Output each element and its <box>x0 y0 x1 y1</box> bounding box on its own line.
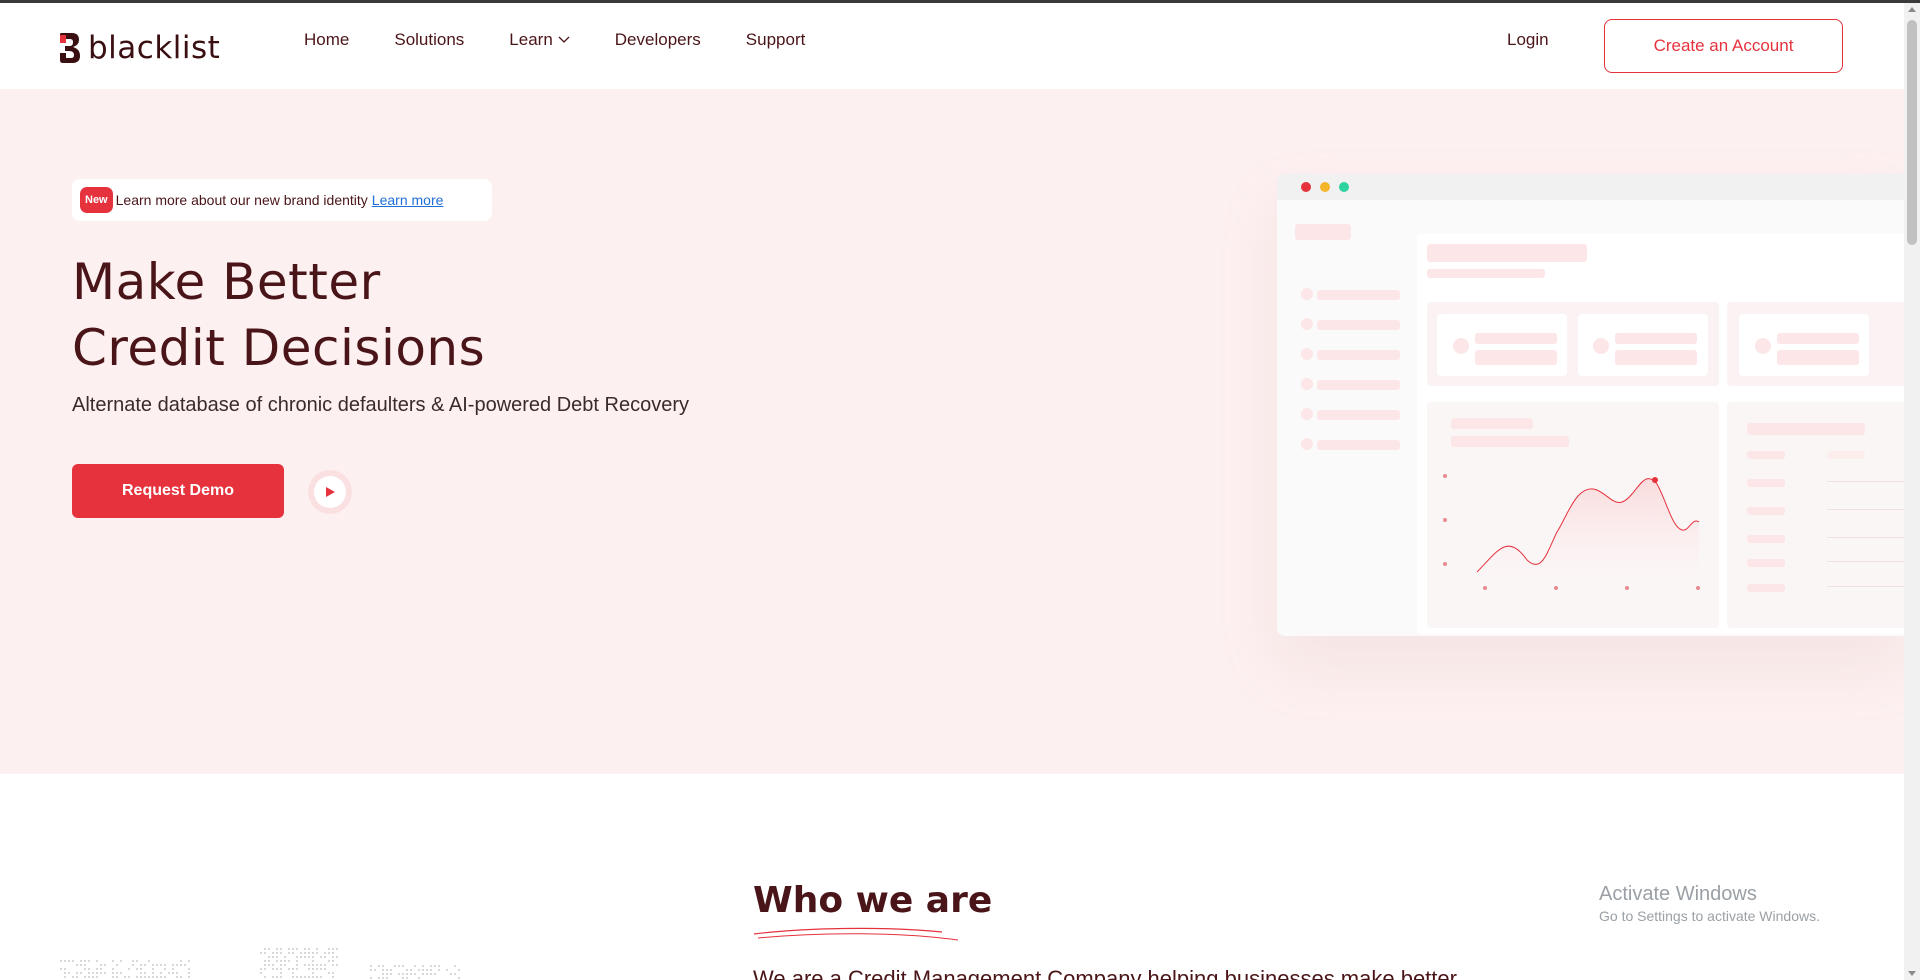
nav-home-label: Home <box>304 30 349 50</box>
play-icon <box>324 486 336 498</box>
hero-subtitle: Alternate database of chronic defaulters… <box>72 394 689 417</box>
who-we-are-title: Who we are <box>753 880 992 921</box>
mock-sidebar-item <box>1317 440 1400 450</box>
mock-window-bar <box>1277 174 1904 200</box>
mock-list-divider <box>1827 481 1904 482</box>
request-demo-button[interactable]: Request Demo <box>72 464 284 518</box>
main-nav: Home Solutions Learn Developers Support <box>304 30 850 50</box>
mock-sidebar-icon <box>1301 288 1313 300</box>
mock-stat-icon <box>1453 338 1469 354</box>
scroll-up-arrow-icon[interactable] <box>1908 7 1916 12</box>
activate-windows-watermark: Activate Windows Go to Settings to activ… <box>1599 883 1820 924</box>
mock-heading <box>1427 244 1587 262</box>
mock-list-item <box>1747 584 1785 592</box>
mock-list-divider <box>1827 586 1904 587</box>
mock-list-item <box>1747 479 1785 487</box>
hero-section: New Learn more about our new brand ident… <box>0 89 1904 774</box>
nav-solutions[interactable]: Solutions <box>394 30 464 50</box>
mock-sidebar-icon <box>1301 348 1313 360</box>
mock-list-divider <box>1827 561 1904 562</box>
mock-stat-line <box>1777 333 1859 344</box>
activate-windows-title: Activate Windows <box>1599 883 1820 906</box>
nav-solutions-label: Solutions <box>394 30 464 50</box>
nav-home[interactable]: Home <box>304 30 349 50</box>
blacklist-logo-icon <box>58 31 82 65</box>
mock-sidebar-icon <box>1301 378 1313 390</box>
mock-list-item <box>1747 507 1785 515</box>
hero-title: Make Better Credit Decisions <box>72 249 485 381</box>
mock-sidebar-icon <box>1301 438 1313 450</box>
learn-more-link[interactable]: Learn more <box>372 192 444 208</box>
title-underline-scribble <box>752 924 962 944</box>
nav-support[interactable]: Support <box>746 30 806 50</box>
mock-subheading <box>1427 269 1545 278</box>
mock-list-item <box>1747 535 1785 543</box>
nav-developers[interactable]: Developers <box>615 30 701 50</box>
mock-sidebar-icon <box>1301 318 1313 330</box>
dashboard-illustration <box>1277 174 1904 636</box>
play-video-button[interactable] <box>308 470 352 514</box>
site-header: blacklist Home Solutions Learn Developer… <box>0 3 1904 89</box>
mock-line-chart <box>1427 402 1719 628</box>
mock-stat-icon <box>1755 338 1771 354</box>
announcement-text: Learn more about our new brand identity <box>116 192 368 208</box>
announcement-banner: New Learn more about our new brand ident… <box>72 179 492 221</box>
nav-learn[interactable]: Learn <box>509 30 569 50</box>
logo[interactable]: blacklist <box>58 30 220 66</box>
hero-title-line1: Make Better <box>72 249 485 315</box>
mock-list-item <box>1747 559 1785 567</box>
mock-sidebar-item <box>1317 320 1400 330</box>
mock-sidebar-icon <box>1301 408 1313 420</box>
scroll-thumb[interactable] <box>1907 20 1917 245</box>
activate-windows-subtitle: Go to Settings to activate Windows. <box>1599 908 1820 924</box>
chevron-down-icon <box>558 36 570 44</box>
mock-sidebar-item <box>1317 290 1400 300</box>
mock-sidebar-item <box>1317 410 1400 420</box>
login-link[interactable]: Login <box>1507 30 1549 50</box>
mock-stat-line <box>1615 333 1697 344</box>
window-dot-green <box>1339 182 1349 192</box>
play-button-inner <box>314 476 346 508</box>
vertical-scrollbar[interactable] <box>1904 3 1920 980</box>
new-badge: New <box>80 187 113 213</box>
mock-list-title <box>1747 423 1865 435</box>
nav-developers-label: Developers <box>615 30 701 50</box>
world-dot-map <box>40 930 560 980</box>
mock-stat-line <box>1777 350 1859 365</box>
logo-text: blacklist <box>88 30 220 66</box>
who-we-are-text: We are a Credit Management Company helpi… <box>753 966 1457 980</box>
mock-list-value <box>1827 451 1865 459</box>
mock-list-divider <box>1827 537 1904 538</box>
mock-list-card <box>1727 402 1904 628</box>
window-dot-red <box>1301 182 1311 192</box>
scroll-down-arrow-icon[interactable] <box>1908 971 1916 976</box>
nav-learn-label: Learn <box>509 30 552 50</box>
mock-sidebar-item <box>1317 380 1400 390</box>
mock-stat-line <box>1615 350 1697 365</box>
window-dot-yellow <box>1320 182 1330 192</box>
mock-stat-line <box>1475 350 1557 365</box>
mock-list-item <box>1747 451 1785 459</box>
mock-stat-line <box>1475 333 1557 344</box>
hero-title-line2: Credit Decisions <box>72 315 485 381</box>
create-account-button[interactable]: Create an Account <box>1604 19 1843 73</box>
mock-sidebar-logo <box>1295 224 1351 240</box>
mock-sidebar-item <box>1317 350 1400 360</box>
nav-support-label: Support <box>746 30 806 50</box>
mock-stat-icon <box>1593 338 1609 354</box>
mock-list-divider <box>1827 509 1904 510</box>
